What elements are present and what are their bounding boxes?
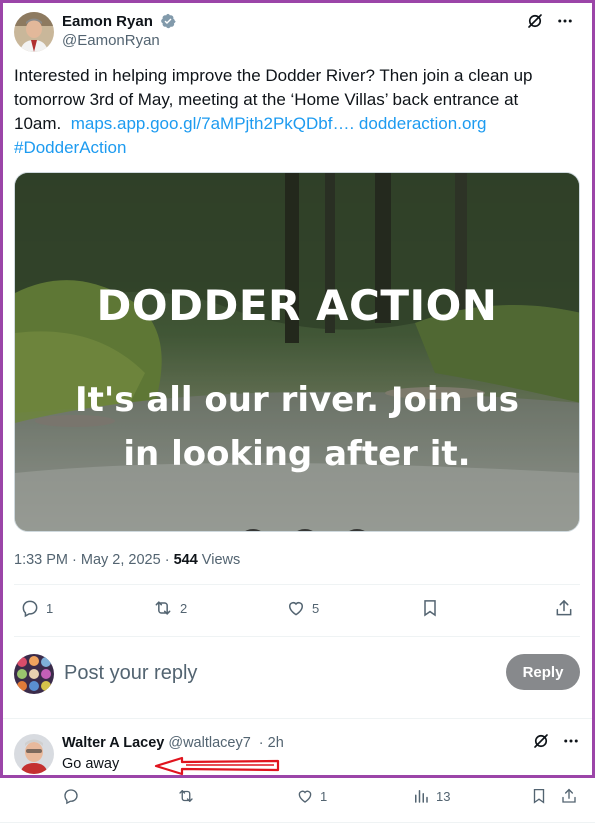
reply-author-avatar[interactable] xyxy=(14,734,54,774)
reply-count: 1 xyxy=(46,600,54,616)
like-icon xyxy=(298,790,312,803)
reply-tweet[interactable]: Walter A Lacey @waltlacey7 · 2h Go away xyxy=(14,732,580,774)
repost-count: 2 xyxy=(180,600,188,616)
reply-icon xyxy=(22,600,38,618)
divider xyxy=(0,822,595,823)
divider xyxy=(14,636,580,637)
more-icon[interactable] xyxy=(556,12,574,30)
reply-button[interactable]: Reply xyxy=(506,654,580,690)
reply-icon xyxy=(64,789,78,805)
meta-separator: · xyxy=(160,552,174,568)
share-icon xyxy=(562,788,576,803)
reply-views-action[interactable]: 13 xyxy=(412,787,450,805)
reply-like-action[interactable]: 1 xyxy=(296,787,327,805)
grok-icon[interactable] xyxy=(532,732,550,750)
repost-icon xyxy=(155,601,171,615)
reply-repost-action[interactable] xyxy=(176,787,202,805)
views-label: Views xyxy=(197,552,241,568)
reply-author: Walter A Lacey @waltlacey7 · 2h xyxy=(62,735,284,751)
repost-icon xyxy=(179,790,193,802)
user-avatar[interactable] xyxy=(14,654,54,694)
tweet-timestamp[interactable]: 1:33 PM · May 2, 2025 xyxy=(14,552,161,568)
share-icon xyxy=(556,599,572,616)
reply-bookmark-action[interactable] xyxy=(530,787,548,805)
grok-icon[interactable] xyxy=(526,12,544,30)
divider xyxy=(3,718,592,719)
reply-author-handle[interactable]: @waltlacey7 xyxy=(168,735,250,751)
author-name[interactable]: Eamon Ryan xyxy=(62,13,176,30)
more-icon[interactable] xyxy=(562,732,580,750)
maps-link[interactable]: maps.app.goo.gl/7aMPjth2PkQDbf…. xyxy=(71,114,354,133)
reply-actions: 1 13 xyxy=(60,787,580,809)
website-link[interactable]: dodderaction.org xyxy=(359,114,487,133)
like-icon xyxy=(289,602,303,616)
like-action[interactable]: 5 xyxy=(286,598,319,618)
tweet-author: Eamon Ryan @EamonRyan xyxy=(14,12,574,52)
reply-share-action[interactable] xyxy=(560,787,578,805)
tweet-text: Interested in helping improve the Dodder… xyxy=(14,64,574,160)
verified-icon xyxy=(161,13,176,29)
repost-action[interactable]: 2 xyxy=(152,598,187,618)
bookmark-icon xyxy=(424,600,436,617)
reply-like-count: 1 xyxy=(320,788,328,804)
tweet-meta: 1:33 PM · May 2, 2025 · 544 Views xyxy=(14,552,240,568)
reply-views-count: 13 xyxy=(436,788,451,804)
reply-composer: Post your reply Reply xyxy=(14,652,580,696)
reply-time[interactable]: · 2h xyxy=(259,735,284,751)
bookmark-action[interactable] xyxy=(420,598,440,618)
annotation-arrow xyxy=(154,756,280,776)
share-action[interactable] xyxy=(554,598,574,618)
divider xyxy=(14,584,580,585)
author-avatar[interactable] xyxy=(14,12,54,52)
hashtag-link[interactable]: #DodderAction xyxy=(14,138,126,157)
tweet-media[interactable]: DODDER ACTION It's all our river. Join u… xyxy=(14,172,580,532)
views-icon xyxy=(415,790,428,803)
reply-text: Go away xyxy=(62,756,120,772)
reply-reply-action[interactable] xyxy=(62,787,86,805)
reply-action[interactable]: 1 xyxy=(20,598,53,618)
author-handle[interactable]: @EamonRyan xyxy=(62,32,160,49)
reply-input[interactable]: Post your reply xyxy=(64,662,197,685)
media-title: DODDER ACTION xyxy=(96,281,498,330)
bookmark-icon xyxy=(533,788,545,804)
reply-author-name[interactable]: Walter A Lacey xyxy=(62,735,164,751)
tweet-actions: 1 2 5 xyxy=(14,598,580,624)
views-count: 544 xyxy=(173,552,198,568)
media-subtitle: It's all our river. Join us in looking a… xyxy=(74,380,520,474)
like-count: 5 xyxy=(312,600,320,616)
